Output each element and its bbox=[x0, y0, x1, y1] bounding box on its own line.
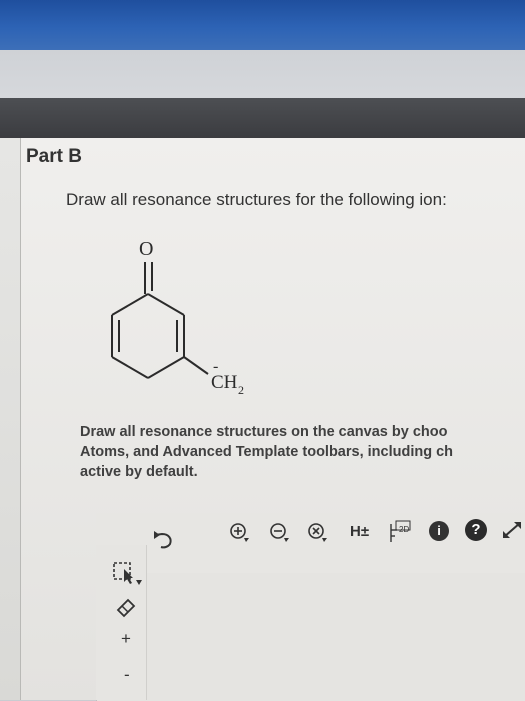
carbanion-subscript: 2 bbox=[238, 383, 244, 397]
instruction-line: active by default. bbox=[80, 464, 198, 480]
dark-header-bar bbox=[0, 98, 525, 138]
undo-icon bbox=[154, 531, 172, 549]
oxygen-label: O bbox=[139, 238, 153, 260]
info-button[interactable]: i bbox=[429, 521, 449, 541]
zoom-out-button[interactable] bbox=[268, 521, 292, 545]
eraser-tool[interactable] bbox=[114, 596, 140, 618]
help-icon: ? bbox=[471, 521, 481, 538]
select-lasso-icon bbox=[113, 562, 142, 585]
zoom-in-icon bbox=[230, 523, 249, 542]
expand-icon bbox=[503, 522, 521, 538]
draw-instructions: Draw all resonance structures on the can… bbox=[80, 422, 525, 482]
selection-tool[interactable] bbox=[110, 560, 146, 588]
cyclohexenone-ion-drawing: O CH 2 - bbox=[111, 238, 244, 397]
hydrogen-toggle-button[interactable]: H± bbox=[350, 523, 369, 541]
clear-button[interactable] bbox=[306, 521, 330, 545]
charge-plus-tool[interactable]: + bbox=[121, 630, 131, 648]
eraser-icon bbox=[116, 598, 136, 618]
expand-button[interactable] bbox=[500, 519, 524, 541]
molecule-structure: O CH 2 - bbox=[88, 236, 288, 406]
negative-charge: - bbox=[213, 358, 218, 375]
undo-button[interactable] bbox=[150, 530, 176, 550]
carbanion-label: CH bbox=[211, 372, 238, 393]
instruction-line: Atoms, and Advanced Template toolbars, i… bbox=[80, 444, 454, 460]
view-2d-button[interactable]: 2D bbox=[388, 518, 414, 544]
view-2d-label: 2D bbox=[399, 525, 410, 534]
zoom-out-icon bbox=[270, 523, 289, 542]
charge-minus-tool[interactable]: - bbox=[124, 666, 130, 684]
close-circle-icon bbox=[308, 523, 327, 542]
help-button[interactable]: ? bbox=[465, 519, 487, 541]
header-light-band bbox=[0, 50, 525, 98]
zoom-in-button[interactable] bbox=[228, 521, 252, 545]
instruction-line: Draw all resonance structures on the can… bbox=[80, 424, 448, 440]
question-prompt: Draw all resonance structures for the fo… bbox=[66, 190, 447, 209]
browser-top-band bbox=[0, 0, 525, 50]
info-icon: i bbox=[437, 523, 441, 538]
part-title: Part B bbox=[26, 146, 82, 167]
